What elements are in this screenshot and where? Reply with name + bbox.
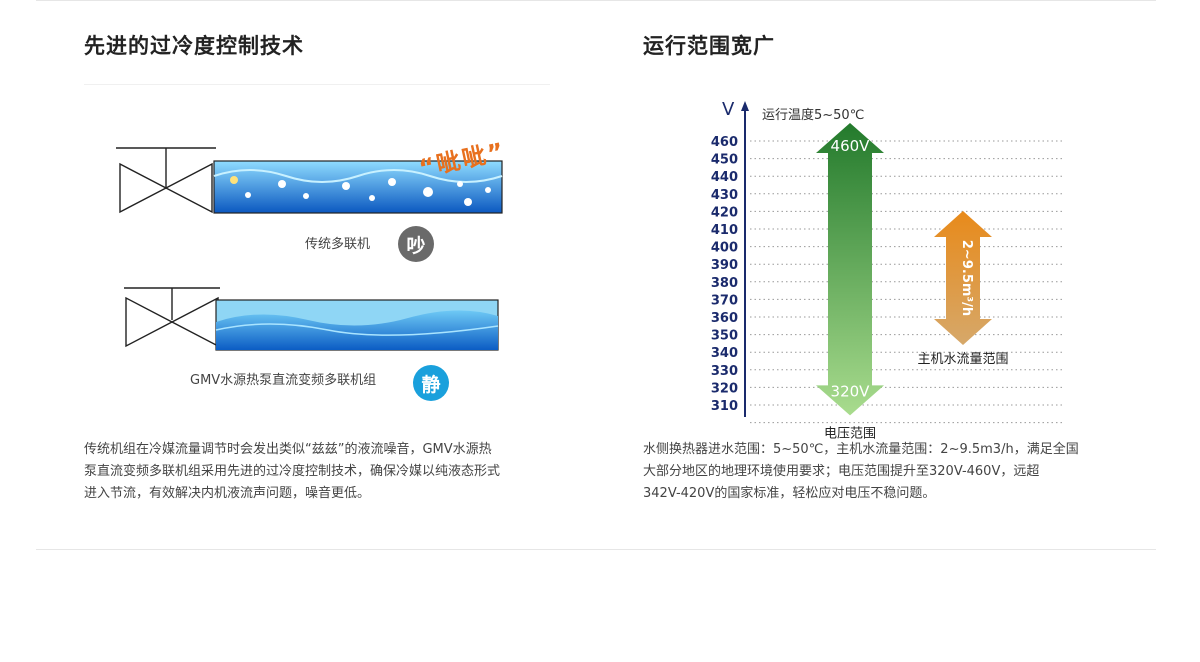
water-flow-range-label: 主机水流量范围 [917, 352, 1008, 367]
y-tick-label: 350 [711, 329, 738, 344]
y-tick-label: 460 [711, 135, 738, 150]
voltage-bottom-label: 320V [831, 382, 871, 400]
y-tick-label: 360 [711, 311, 738, 326]
right-description-line: 大部分地区的地理环境使用要求；电压范围提升至320V-460V，远超 [643, 464, 1040, 479]
temp-annotation: 运行温度5~50℃ [762, 107, 864, 123]
y-axis-unit: V [722, 99, 735, 120]
gmv-label: GMV水源热泵直流变频多联机组 [190, 373, 377, 388]
y-tick-label: 330 [711, 364, 738, 379]
y-tick-label: 370 [711, 293, 738, 308]
y-tick-label: 320 [711, 381, 738, 396]
water-flow-text: 2~9.5m³/h [959, 240, 974, 316]
right-description-line: 水侧换热器进水范围：5~50℃，主机水流量范围：2~9.5m3/h，满足全国 [643, 442, 1079, 457]
gmv-pipe-illustration [124, 287, 499, 351]
right-section-title: 运行范围宽广 [643, 34, 775, 58]
y-tick-label: 410 [711, 223, 738, 238]
voltage-range-arrow: 460V 320V [816, 123, 884, 416]
y-tick-label: 420 [711, 205, 738, 220]
left-description-line: 传统机组在冷媒流量调节时会发出类似“兹兹”的液流噪音，GMV水源热 [84, 442, 492, 457]
y-tick-label: 440 [711, 170, 738, 185]
right-description-line: 342V-420V的国家标准，轻松应对电压不稳问题。 [643, 486, 936, 501]
range-chart: V 460 450 440 430 420 410 400 390 380 370 360 350 34… [711, 99, 1065, 441]
valve-icon [124, 287, 220, 348]
left-description: 传统机组在冷媒流量调节时会发出类似“兹兹”的液流噪音，GMV水源热 泵直流变频多… [84, 439, 554, 505]
quiet-badge: 静 [413, 365, 449, 401]
y-tick-label: 390 [711, 258, 738, 273]
y-axis-arrow [741, 101, 749, 111]
y-tick-label: 380 [711, 276, 738, 291]
water-flow-range-arrow: 2~9.5m³/h [934, 211, 992, 345]
left-description-line: 泵直流变频多联机组采用先进的过冷度控制技术，确保冷媒以纯液态形式 [84, 464, 501, 479]
valve-icon [116, 147, 216, 214]
left-title-divider [84, 84, 550, 85]
voltage-top-label: 460V [831, 137, 871, 155]
top-divider [36, 0, 1156, 1]
noisy-badge: 吵 [398, 226, 434, 262]
bottom-divider [36, 549, 1156, 550]
left-section-title: 先进的过冷度控制技术 [84, 34, 304, 58]
y-tick-label: 450 [711, 153, 738, 168]
right-description: 水侧换热器进水范围：5~50℃，主机水流量范围：2~9.5m3/h，满足全国 大… [643, 439, 1123, 505]
y-tick-label: 430 [711, 188, 738, 203]
y-tick-label: 340 [711, 346, 738, 361]
traditional-label: 传统多联机 [305, 237, 371, 252]
y-tick-label: 400 [711, 241, 738, 256]
y-tick-label: 310 [711, 399, 738, 414]
left-description-line: 进入节流，有效解决内机液流声问题，噪音更低。 [84, 486, 371, 501]
